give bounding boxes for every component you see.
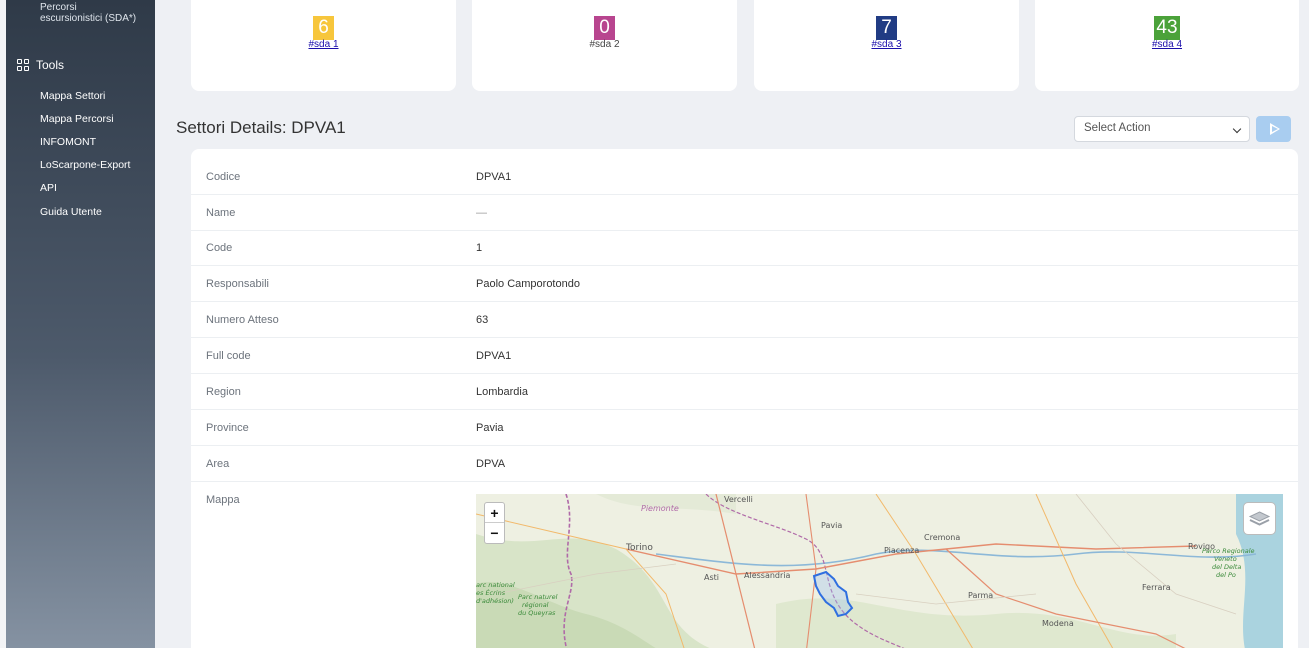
map-label-parco-delta-4: del Po [1216,571,1236,579]
map-label-cremona: Cremona [924,533,960,542]
detail-row-name: Name — [191,195,1298,231]
sidebar-section-label: Tools [36,58,65,72]
sidebar-item-label-line1: Percorsi [40,2,77,13]
stat-card-sda4: 43 #sda 4 [1035,0,1299,91]
sidebar: Percorsi escursionistici (SDA*) Tools Ma… [6,0,155,648]
map-label-parc-ecrins-3: d'adhésion) [476,597,514,605]
map-label-parco-delta-2: Veneto [1214,555,1237,563]
detail-value: Paolo Camporotondo [476,278,580,290]
detail-value: DPVA1 [476,171,512,183]
map-label-torino: Torino [625,543,653,553]
detail-label: Name [206,207,236,219]
detail-row-full-code: Full code DPVA1 [191,338,1298,374]
detail-value: DPVA [476,458,506,470]
detail-value: Pavia [476,422,504,434]
detail-value: 63 [476,314,489,326]
map-label-piacenza: Piacenza [884,546,919,555]
map-label-ferrara: Ferrara [1142,583,1171,592]
map-label-modena: Modena [1042,619,1074,628]
detail-value: Lombardia [476,386,528,398]
chevron-down-icon [1232,124,1242,134]
map-zoom-control: + − [484,502,505,544]
map-label-parc-ecrins-2: es Écrins [476,588,506,597]
grid-icon [17,59,29,71]
stat-link-sda4[interactable]: #sda 4 [1035,40,1299,50]
map-label-parco-delta-1: Parco Regionale [1202,547,1255,555]
detail-row-numero-atteso: Numero Atteso 63 [191,302,1298,338]
page-title: Settori Details: DPVA1 [176,118,346,137]
stat-card-sda2: 0 #sda 2 [472,0,737,91]
map-label-parc-queyras-1: Parc naturel [518,593,558,601]
map-label-pavia: Pavia [821,521,842,530]
sidebar-item-infomont[interactable]: INFOMONT [40,136,96,148]
detail-label: Mappa [206,494,240,506]
detail-value: 1 [476,242,483,254]
map-label-alessandria: Alessandria [744,571,791,580]
detail-label: Numero Atteso [206,314,279,326]
detail-label: Area [206,458,230,470]
detail-label: Responsabili [206,278,269,290]
map-label-vercelli: Vercelli [724,495,753,504]
sidebar-item-loscarpone-export[interactable]: LoScarpone-Export [40,159,130,171]
detail-label: Code [206,242,233,254]
stat-link-sda1[interactable]: #sda 1 [191,40,456,50]
detail-value: — [476,207,487,219]
detail-row-region: Region Lombardia [191,374,1298,410]
sidebar-item-percorsi-escursionistici[interactable]: Percorsi escursionistici (SDA*) [40,2,136,24]
run-action-button[interactable] [1256,116,1291,142]
sidebar-item-mappa-settori[interactable]: Mappa Settori [40,90,105,102]
detail-label: Region [206,386,241,398]
stat-count-sda1: 6 [313,16,334,40]
map-label-piemonte: Piemonte [641,504,679,513]
map-label-asti: Asti [704,573,719,582]
stat-label-sda2: #sda 2 [589,39,620,50]
select-action-dropdown[interactable]: Select Action [1074,116,1250,142]
stat-count-sda4: 43 [1154,16,1180,40]
map-label-parc-queyras-2: régional [522,601,549,609]
sidebar-item-api[interactable]: API [40,182,57,194]
detail-value: DPVA1 [476,350,512,362]
sector-map[interactable]: Vercelli Piemonte Torino Pavia Cremona P… [476,494,1283,648]
detail-row-codice: Codice DPVA1 [191,159,1298,195]
map-label-parc-queyras-3: du Queyras [518,609,556,617]
layers-icon [1248,511,1271,526]
detail-label: Province [206,422,249,434]
stat-card-sda3: 7 #sda 3 [754,0,1019,91]
map-label-parma: Parma [968,591,993,600]
sidebar-item-label-line2: escursionistici (SDA*) [40,13,137,24]
sidebar-item-guida-utente[interactable]: Guida Utente [40,206,102,218]
zoom-in-button[interactable]: + [485,503,504,523]
stat-link-sda3[interactable]: #sda 3 [754,40,1019,50]
stat-count-sda2: 0 [594,16,615,40]
select-action-value: Select Action [1084,122,1151,134]
map-canvas: Vercelli Piemonte Torino Pavia Cremona P… [476,494,1283,648]
map-label-parc-ecrins-1: arc national [476,581,515,589]
sidebar-section-tools[interactable]: Tools [17,58,64,72]
detail-label: Codice [206,171,241,183]
detail-row-code: Code 1 [191,230,1298,266]
stat-card-sda1: 6 #sda 1 [191,0,456,91]
detail-row-province: Province Pavia [191,410,1298,446]
map-label-parco-delta-3: del Delta [1212,563,1241,571]
zoom-out-button[interactable]: − [485,523,504,543]
detail-row-area: Area DPVA [191,446,1298,482]
stat-count-sda3: 7 [876,16,897,40]
play-icon [1270,123,1280,135]
detail-label: Full code [206,350,251,362]
detail-row-responsabili: Responsabili Paolo Camporotondo [191,266,1298,302]
map-layers-button[interactable] [1243,502,1276,535]
sidebar-item-mappa-percorsi[interactable]: Mappa Percorsi [40,113,114,125]
